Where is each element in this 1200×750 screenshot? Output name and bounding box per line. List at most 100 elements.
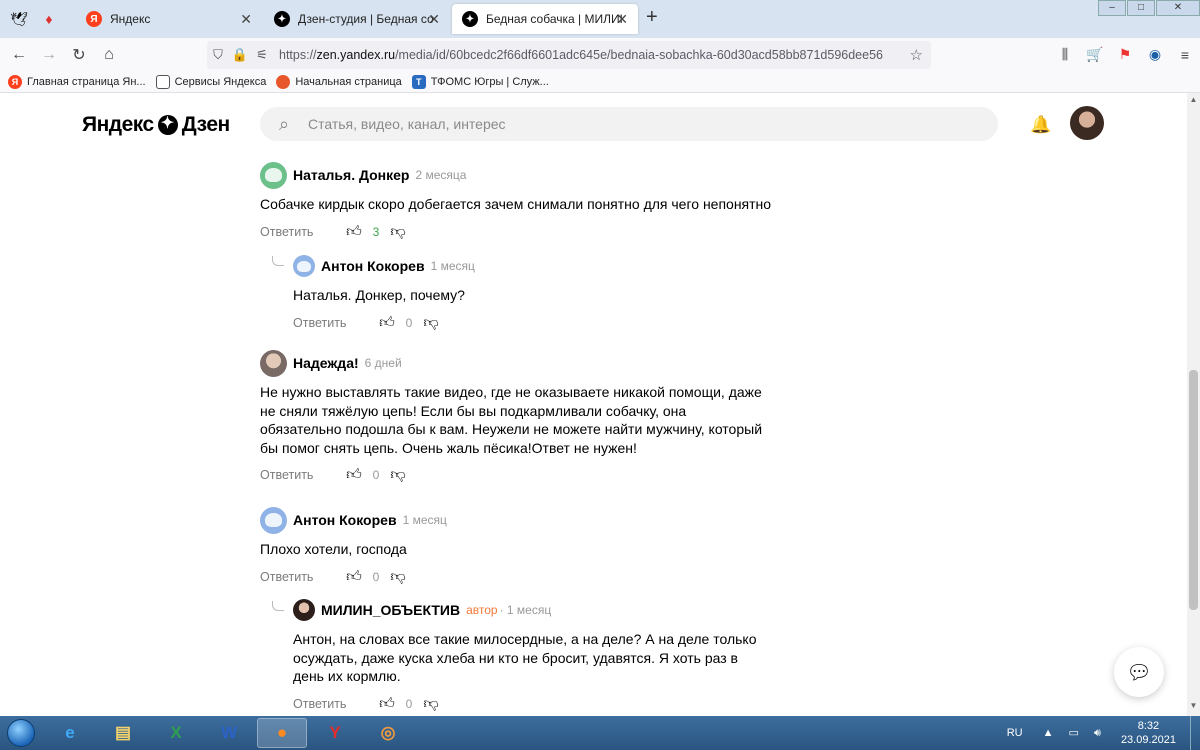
pinned-tab-gem-icon[interactable]: ♦ xyxy=(38,8,60,30)
firefox-icon[interactable]: ● xyxy=(257,718,307,748)
comment-reply: МИЛИН_ОБЪЕКТИВ автор · 1 месяц Антон, на… xyxy=(293,596,763,714)
url-text: https://zen.yandex.ru/media/id/60bcedc2f… xyxy=(279,48,883,62)
system-tray: RU ▲ ▭ 🔊︎ 8:32 23.09.2021 xyxy=(1007,716,1200,750)
extension-icon[interactable]: ◉ xyxy=(1140,40,1170,70)
bookmark-start-page[interactable]: Начальная страница xyxy=(276,74,402,89)
home-icon[interactable]: ⌂ xyxy=(94,40,124,70)
reply-button[interactable]: Ответить xyxy=(293,316,376,330)
reload-icon[interactable]: ↻ xyxy=(64,40,94,70)
bookmark-label: Главная страница Ян... xyxy=(27,75,146,88)
tab-yandex[interactable]: Я Яндекс ✕ xyxy=(76,4,262,34)
reply-button[interactable]: Ответить xyxy=(260,468,343,482)
thumbs-down-icon[interactable]: 👎︎ xyxy=(420,314,442,332)
lock-icon[interactable]: 🔒 xyxy=(229,47,251,63)
tab-zen-studio[interactable]: ✦ Дзен-студия | Бедная собачка ✕ xyxy=(264,4,450,34)
close-tab-icon[interactable]: ✕ xyxy=(616,11,628,28)
zen-logo[interactable]: Яндекс Дзен xyxy=(82,113,230,137)
avatar[interactable] xyxy=(260,161,287,189)
internet-explorer-icon[interactable]: e xyxy=(45,718,95,748)
close-tab-icon[interactable]: ✕ xyxy=(428,11,440,28)
search-box[interactable]: ⌕ xyxy=(260,107,998,141)
notifications-bell-icon[interactable]: 🔔 xyxy=(1030,115,1051,135)
library-icon[interactable]: ⫼ xyxy=(1050,40,1080,70)
thumbs-up-icon[interactable]: 👍︎ xyxy=(343,223,365,241)
thumbs-up-icon[interactable]: 👍︎ xyxy=(376,695,398,713)
scroll-up-icon[interactable]: ▲ xyxy=(1187,95,1200,108)
comment-text: Антон, на словах все такие милосердные, … xyxy=(293,631,757,684)
bookmark-star-icon[interactable]: ☆ xyxy=(910,46,923,64)
back-arrow-icon[interactable]: ← xyxy=(4,40,34,70)
avatar[interactable] xyxy=(260,506,287,534)
show-desktop-button[interactable] xyxy=(1190,716,1200,750)
close-window-icon[interactable]: ✕ xyxy=(1156,0,1200,16)
like-count: 0 xyxy=(372,569,380,584)
thumbs-up-icon[interactable]: 👍︎ xyxy=(343,568,365,586)
browser-nav-bar: ← → ↻ ⌂ ⛉ 🔒 ⚟ https://zen.yandex.ru/medi… xyxy=(0,38,1200,71)
new-tab-button[interactable]: + xyxy=(646,6,658,29)
thumbs-up-icon[interactable]: 👍︎ xyxy=(343,466,365,484)
avatar[interactable] xyxy=(260,349,287,377)
shield-icon[interactable]: ⛉ xyxy=(207,47,229,63)
comment-author[interactable]: Антон Кокорев xyxy=(321,258,425,274)
comment-time: 1 месяц xyxy=(430,259,475,273)
start-button[interactable] xyxy=(0,716,42,750)
language-indicator[interactable]: RU xyxy=(1007,727,1023,739)
menu-icon[interactable]: ≡ xyxy=(1170,40,1200,70)
comment-author[interactable]: Наталья. Донкер xyxy=(293,167,409,183)
forward-arrow-icon[interactable]: → xyxy=(34,40,64,70)
like-count: 0 xyxy=(405,696,413,711)
reply-button[interactable]: Ответить xyxy=(293,697,376,711)
browser-toolbar-right: ⫼ 🛒 ⚑ ◉ ≡ xyxy=(1050,38,1200,71)
minimize-icon[interactable]: – xyxy=(1098,0,1126,16)
reply-button[interactable]: Ответить xyxy=(260,570,343,584)
cart-icon[interactable]: 🛒 xyxy=(1080,40,1110,70)
thumbs-down-icon[interactable]: 👎︎ xyxy=(387,223,409,241)
bookmark-yandex-services[interactable]: Сервисы Яндекса xyxy=(155,74,266,89)
tab-label: Яндекс xyxy=(110,12,151,26)
search-input[interactable] xyxy=(308,116,908,132)
scroll-down-icon[interactable]: ▼ xyxy=(1187,701,1200,714)
excel-icon[interactable]: X xyxy=(151,718,201,748)
file-explorer-icon[interactable]: ▤ xyxy=(98,718,148,748)
like-count: 0 xyxy=(405,315,413,330)
url-bar[interactable]: ⛉ 🔒 ⚟ https://zen.yandex.ru/media/id/60b… xyxy=(207,41,931,69)
flag-icon[interactable]: ⚑ xyxy=(1110,40,1140,70)
comment-author[interactable]: МИЛИН_ОБЪЕКТИВ xyxy=(321,602,460,618)
comment-time: 1 месяц xyxy=(402,513,447,527)
comment-time: 6 дней xyxy=(364,356,402,370)
app-swirl-icon[interactable]: ◎ xyxy=(363,718,413,748)
clock[interactable]: 8:32 23.09.2021 xyxy=(1121,719,1176,747)
maximize-icon[interactable]: □ xyxy=(1127,0,1155,16)
thumbs-down-icon[interactable]: 👎︎ xyxy=(420,695,442,713)
zen-favicon-icon: ✦ xyxy=(274,11,290,27)
yandex-favicon-icon: Я xyxy=(86,11,102,27)
thumbs-down-icon[interactable]: 👎︎ xyxy=(387,466,409,484)
tab-poor-dog-active[interactable]: ✦ Бедная собачка | МИЛИН_ОБЪ ✕ xyxy=(452,4,638,34)
comment-author[interactable]: Антон Кокорев xyxy=(293,512,397,528)
tray-icons[interactable]: ▲ ▭ 🔊︎ xyxy=(1043,726,1107,740)
thumbs-up-icon[interactable]: 👍︎ xyxy=(376,314,398,332)
avatar[interactable] xyxy=(293,599,315,621)
thread-connector xyxy=(272,601,284,611)
close-tab-icon[interactable]: ✕ xyxy=(240,11,252,28)
word-icon[interactable]: W xyxy=(204,718,254,748)
scrollbar-thumb[interactable] xyxy=(1189,370,1198,610)
windows-logo-icon xyxy=(7,719,35,747)
user-avatar[interactable] xyxy=(1070,106,1104,140)
windows-taskbar: e ▤ X W ● Y ◎ RU ▲ ▭ 🔊︎ 8:32 23.09.2021 xyxy=(0,716,1200,750)
permissions-icon[interactable]: ⚟ xyxy=(251,47,273,63)
comment-author[interactable]: Надежда! xyxy=(293,355,359,371)
yandex-browser-icon[interactable]: Y xyxy=(310,718,360,748)
avatar[interactable] xyxy=(293,255,315,277)
thumbs-down-icon[interactable]: 👎︎ xyxy=(387,568,409,586)
bookmark-yandex-home[interactable]: Я Главная страница Ян... xyxy=(8,74,146,89)
zen-logo-icon xyxy=(157,113,178,135)
start-page-icon xyxy=(276,74,291,89)
page-scrollbar[interactable]: ▲ ▼ xyxy=(1187,93,1200,716)
pinned-tab-bird-icon[interactable]: 🕊 xyxy=(8,8,30,30)
bookmarks-bar: Я Главная страница Ян... Сервисы Яндекса… xyxy=(0,71,1200,93)
comments-chat-button[interactable]: 💬︎ xyxy=(1114,647,1164,697)
browser-tab-strip: 🕊 ♦ Я Яндекс ✕ ✦ Дзен-студия | Бедная со… xyxy=(0,0,1200,38)
reply-button[interactable]: Ответить xyxy=(260,225,343,239)
bookmark-tfoms[interactable]: T ТФОМС Югры | Служ... xyxy=(411,74,549,89)
